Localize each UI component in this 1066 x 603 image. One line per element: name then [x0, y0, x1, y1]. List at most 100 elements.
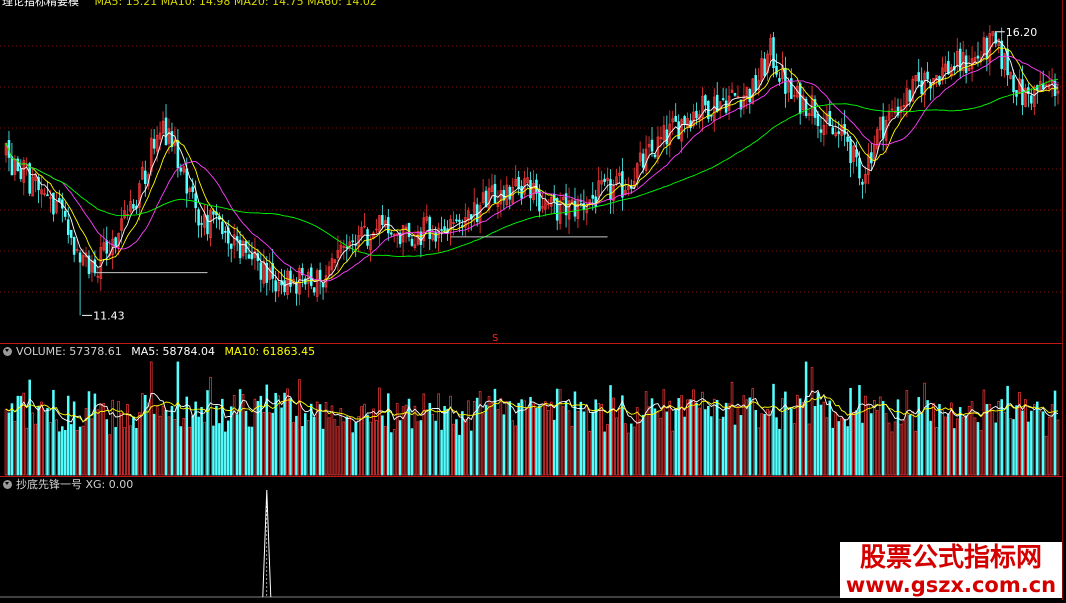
volume-bar — [158, 415, 162, 476]
candle-body — [185, 168, 189, 194]
volume-label: VOLUME: 57378.61 — [16, 345, 122, 358]
volume-bar — [176, 361, 180, 476]
volume-bar — [686, 399, 689, 476]
volume-bar — [289, 397, 292, 476]
volume-bar — [588, 431, 592, 476]
volume-bar — [229, 406, 233, 476]
volume-bar — [102, 402, 106, 476]
volume-bar — [185, 396, 189, 476]
volume-bar — [535, 407, 538, 476]
volume-bar — [668, 400, 672, 476]
candle-body — [849, 138, 852, 164]
volume-bar — [671, 430, 675, 476]
candle-body — [947, 61, 950, 75]
volume-bar — [298, 379, 301, 476]
panel-separator-2 — [0, 476, 1062, 477]
volume-bar — [387, 393, 390, 476]
chevron-down-icon[interactable] — [3, 347, 12, 356]
volume-bar — [69, 424, 73, 476]
candle-body — [19, 168, 23, 180]
candle-body — [197, 209, 200, 226]
volume-bar — [431, 413, 434, 476]
candle-body — [407, 222, 411, 238]
volume-bar — [247, 426, 251, 476]
volume-bar — [721, 416, 725, 476]
volume-bar — [235, 414, 239, 476]
volume-bar — [369, 421, 372, 476]
candle-body — [250, 253, 254, 260]
price-header: 理论指标精要模 MA5: 15.21 MA10: 14.98 MA20: 14.… — [2, 0, 377, 9]
candle-body — [721, 98, 725, 100]
volume-bar — [997, 400, 1001, 476]
volume-bar — [72, 401, 76, 476]
volume-bar — [585, 405, 589, 476]
volume-bar — [52, 389, 55, 476]
volume-bar — [638, 419, 642, 476]
candle-body — [63, 210, 67, 217]
candle-body — [10, 156, 14, 176]
volume-bar — [312, 416, 316, 476]
volume-bar — [283, 392, 286, 476]
volume-bar — [532, 403, 535, 476]
volume-bar — [7, 412, 11, 476]
volume-bar — [351, 432, 354, 476]
candle-body — [351, 240, 354, 243]
volume-bar — [333, 419, 337, 476]
candle-body — [733, 92, 737, 96]
volume-bar — [763, 413, 766, 476]
candle-body — [603, 178, 606, 183]
candle-body — [917, 72, 920, 82]
chevron-down-icon[interactable] — [3, 480, 12, 489]
candle-body — [200, 223, 203, 225]
volume-bar — [1035, 401, 1039, 476]
volume-bar — [973, 417, 977, 476]
volume-bar — [760, 413, 763, 476]
volume-bar — [538, 405, 541, 476]
candle-body — [920, 80, 923, 95]
volume-bar — [375, 420, 378, 476]
volume-bar — [849, 387, 852, 476]
volume-bar — [268, 412, 272, 476]
volume-bar — [804, 361, 808, 476]
volume-bar — [867, 404, 870, 476]
volume-ma5-label: MA5: 58784.04 — [131, 345, 215, 358]
panel-separator-1 — [0, 343, 1062, 344]
chart-canvas: 11.4316.20S — [0, 25, 1062, 598]
candle-body — [763, 58, 766, 77]
volume-bar — [967, 405, 971, 476]
volume-bar — [733, 424, 737, 476]
volume-bar — [813, 406, 817, 476]
volume-bar — [360, 406, 363, 476]
volume-bar — [43, 410, 46, 476]
volume-bar — [757, 427, 760, 476]
volume-bar — [659, 417, 663, 476]
volume-bar — [964, 415, 968, 476]
volume-bar — [164, 409, 168, 476]
volume-bar — [19, 395, 23, 476]
candle-body — [650, 139, 654, 152]
candle-body — [93, 259, 97, 274]
price-panel[interactable]: 11.4316.20S — [4, 25, 1060, 344]
volume-bar — [941, 409, 944, 476]
candle-body — [194, 193, 197, 209]
volume-bar — [520, 399, 523, 476]
volume-header: VOLUME: 57378.61 MA5: 58784.04 MA10: 618… — [3, 345, 315, 359]
volume-bar — [923, 382, 926, 476]
volume-bar — [641, 414, 645, 476]
candle-body — [754, 75, 758, 92]
volume-bar — [381, 415, 384, 476]
volume-bar — [209, 376, 212, 476]
candle-body — [908, 90, 912, 102]
volume-bar — [206, 390, 209, 476]
volume-bar — [627, 432, 630, 476]
volume-bar — [384, 426, 387, 476]
volume-bar — [120, 412, 123, 476]
volume-bar — [630, 423, 633, 476]
volume-bar — [674, 408, 677, 476]
volume-bar — [428, 402, 432, 476]
volume-bar — [689, 399, 692, 476]
volume-bar — [1015, 405, 1018, 476]
volume-bar — [87, 391, 91, 476]
volume-panel[interactable] — [4, 361, 1060, 476]
volume-bar — [899, 423, 903, 476]
